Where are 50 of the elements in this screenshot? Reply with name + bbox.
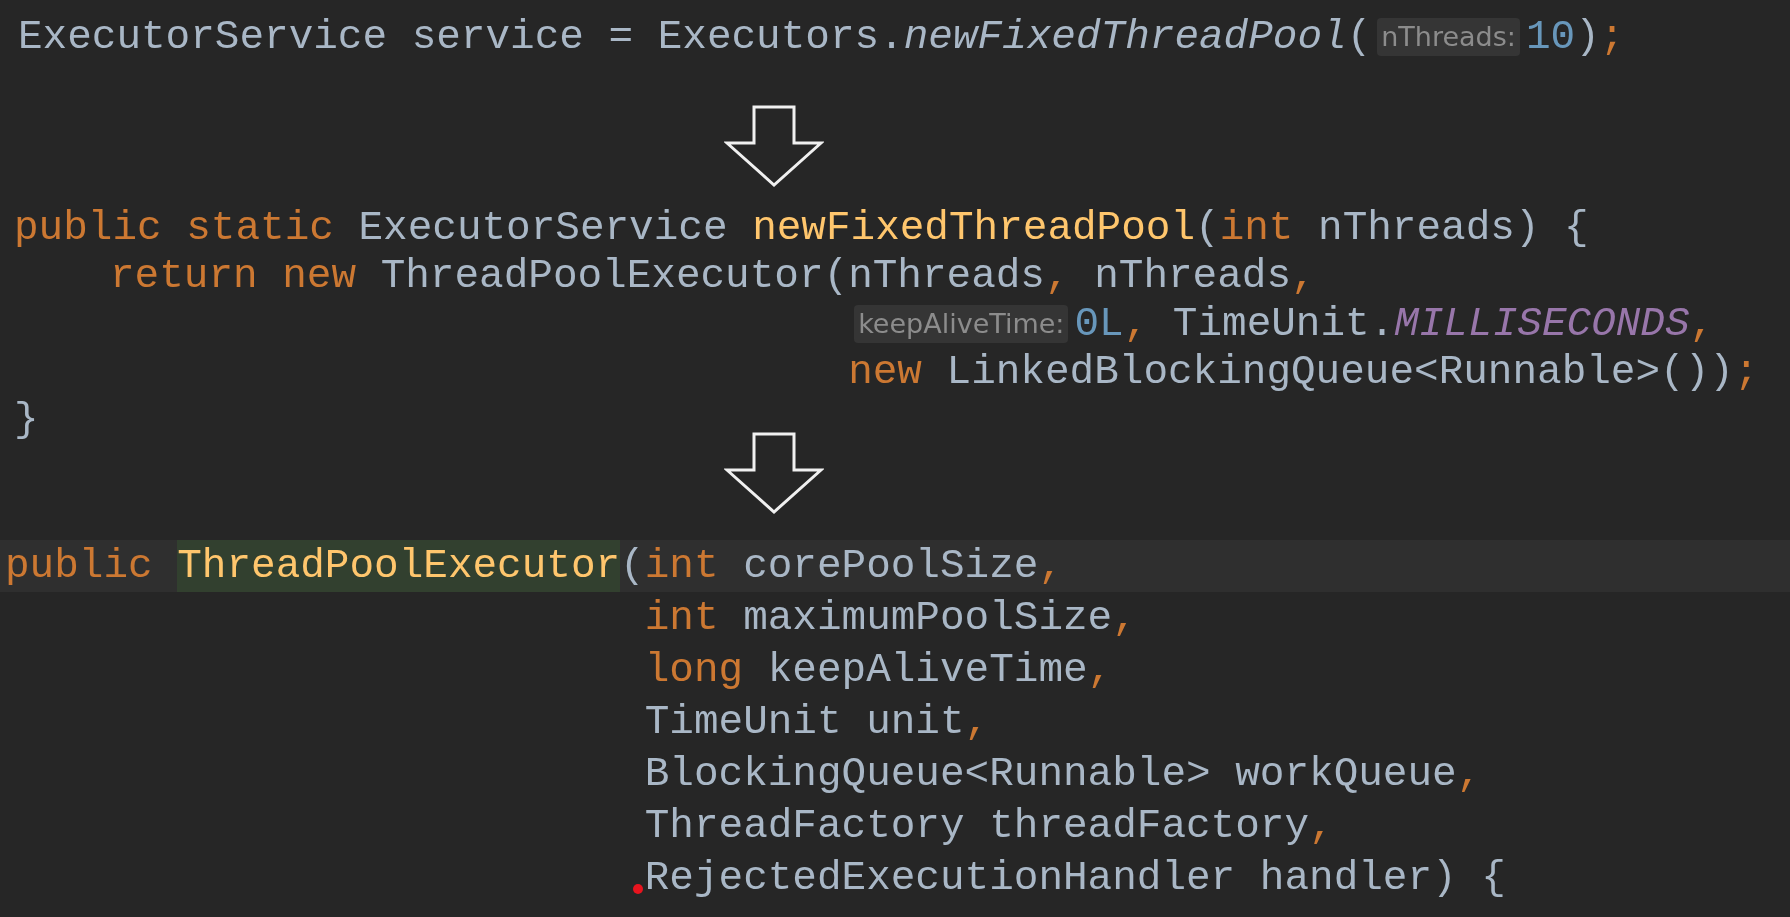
punctuation: , — [964, 698, 990, 747]
parameter-hint: nThreads: — [1377, 18, 1520, 56]
keyword: int — [644, 594, 720, 643]
number-literal: 10 — [1525, 13, 1576, 62]
code-text: ( — [1346, 13, 1372, 62]
code-text: ( — [620, 542, 645, 591]
code-text: ExecutorService service = Executors. — [18, 13, 904, 62]
code-text: BlockingQueue<Runnable> workQueue — [644, 750, 1457, 799]
code-text: LinkedBlockingQueue<Runnable>()) — [946, 348, 1734, 396]
punctuation: ; — [1733, 348, 1759, 396]
punctuation: , — [1309, 802, 1334, 851]
keyword: return new — [110, 252, 358, 300]
code-text: TimeUnit. — [1171, 300, 1395, 348]
punctuation: , — [1123, 300, 1149, 348]
constant-name: MILLISECONDS — [1394, 300, 1690, 348]
down-arrow-icon — [724, 432, 824, 514]
code-text: keepAliveTime — [767, 646, 1088, 695]
constructor-name: ThreadPoolExecutor — [177, 540, 621, 592]
code-text: nThreads — [1093, 252, 1292, 300]
punctuation: , — [1291, 252, 1316, 300]
code-text: nThreads) { — [1318, 204, 1589, 252]
punctuation: ; — [1599, 13, 1625, 62]
code-text: } — [14, 396, 39, 444]
parameter-hint: keepAliveTime: — [854, 305, 1069, 343]
code-text: RejectedExecutionHandler handler) { — [644, 854, 1506, 903]
punctuation: , — [1045, 252, 1070, 300]
keyword: public static — [14, 204, 335, 252]
code-text: TimeUnit unit — [644, 698, 965, 747]
keyword: int — [1219, 204, 1295, 252]
punctuation: , — [1087, 646, 1113, 695]
method-name: newFixedThreadPool — [903, 13, 1347, 62]
method-name: newFixedThreadPool — [752, 204, 1195, 252]
punctuation: , — [1689, 300, 1715, 348]
number-literal: 0L — [1074, 300, 1124, 348]
code-text: ExecutorService — [358, 204, 729, 252]
code-text: maximumPoolSize — [743, 594, 1113, 643]
code-text: ( — [1195, 204, 1220, 252]
code-text: ) — [1575, 13, 1600, 62]
code-text: ThreadPoolExecutor( — [380, 252, 849, 300]
keyword: new — [848, 348, 923, 396]
punctuation: , — [1456, 750, 1482, 799]
keyword: public — [5, 542, 154, 591]
keyword: long — [644, 646, 745, 695]
punctuation: , — [1112, 594, 1137, 643]
code-text: ThreadFactory threadFactory — [644, 802, 1310, 851]
punctuation: , — [1038, 542, 1063, 591]
code-text: corePoolSize — [743, 542, 1039, 591]
keyword: int — [644, 542, 720, 591]
code-text: nThreads — [848, 252, 1045, 300]
down-arrow-icon — [724, 105, 824, 187]
